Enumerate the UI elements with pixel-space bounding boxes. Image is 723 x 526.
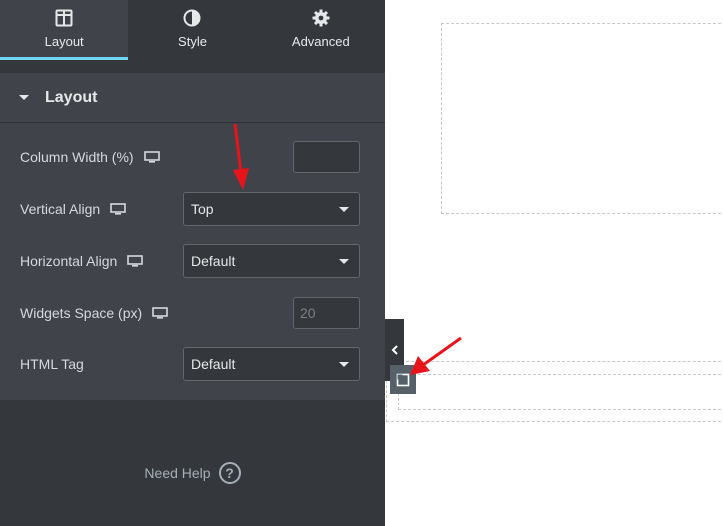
chevron-down-icon [339,259,349,264]
panel-tabs: Layout Style Advanced [0,0,385,60]
desktop-icon[interactable] [127,255,144,267]
control-widgets-space: Widgets Space (px) [20,296,365,330]
column-width-input[interactable] [293,141,360,173]
inner-column-outline[interactable] [398,374,723,410]
html-tag-label: HTML Tag [20,356,84,372]
control-vertical-align: Vertical Align Top [20,192,365,226]
layout-section-header[interactable]: Layout [0,73,385,123]
vertical-align-label: Vertical Align [20,201,101,217]
tab-advanced-label: Advanced [291,34,350,49]
chevron-left-icon [391,345,398,355]
horizontal-align-label: Horizontal Align [20,253,118,269]
vertical-align-value: Top [191,201,214,217]
tabs-separator [0,60,385,73]
columns-icon [55,9,73,27]
desktop-icon[interactable] [110,203,126,215]
control-column-width: Column Width (%) [20,140,365,174]
html-tag-value: Default [191,356,236,372]
tab-advanced[interactable]: Advanced [257,0,385,60]
column-width-label: Column Width (%) [20,149,134,165]
need-help-link[interactable]: Need Help ? [0,460,385,486]
widgets-space-input[interactable] [293,297,360,329]
gear-icon [312,9,330,27]
tab-layout-label: Layout [44,34,84,49]
tab-style-label: Style [178,34,207,49]
section-title: Layout [45,88,98,106]
empty-column-placeholder[interactable] [441,23,723,214]
control-horizontal-align: Horizontal Align Default [20,244,365,278]
vertical-align-select[interactable]: Top [183,192,360,226]
need-help-label: Need Help [144,465,211,481]
caret-down-icon [19,95,29,100]
desktop-icon[interactable] [143,151,160,163]
control-html-tag: HTML Tag Default [20,347,365,381]
horizontal-align-select[interactable]: Default [183,244,360,278]
widgets-space-label: Widgets Space (px) [20,305,143,321]
chevron-down-icon [339,362,349,367]
chevron-down-icon [339,207,349,212]
column-edit-icon [396,373,410,386]
html-tag-select[interactable]: Default [183,347,360,381]
question-icon: ? [218,462,241,484]
half-circle-icon [183,9,201,27]
tab-style[interactable]: Style [128,0,256,60]
desktop-icon[interactable] [152,307,168,319]
column-handle[interactable] [390,365,416,394]
tab-layout[interactable]: Layout [0,0,129,60]
layout-section-body: Column Width (%) Vertical Align Top Hori… [0,123,385,400]
editor-panel: Layout Style Advanced Layout Column Widt… [0,0,385,526]
horizontal-align-value: Default [191,253,236,269]
